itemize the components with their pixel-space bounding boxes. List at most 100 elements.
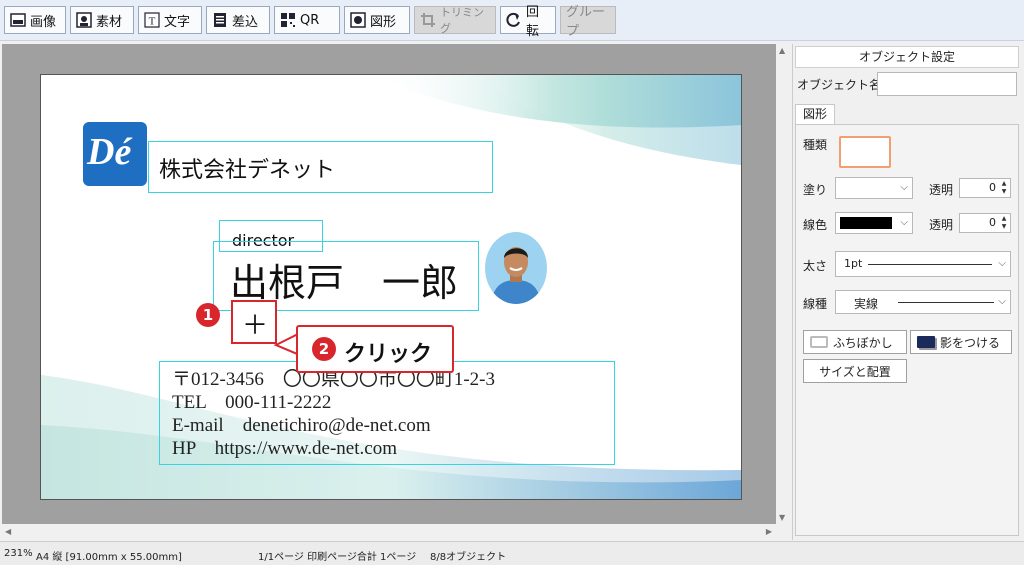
scroll-right-icon[interactable]: ▶: [766, 527, 772, 536]
blur-edge-icon: [810, 336, 828, 348]
rotate-label: 回転: [526, 5, 540, 39]
company-text-box[interactable]: 株式会社デネット: [148, 141, 493, 193]
shape-label: 図形: [370, 14, 397, 30]
chevron-down-icon: ⌵: [998, 296, 1006, 307]
vertical-scrollbar[interactable]: ▲ ▼: [776, 44, 790, 524]
qr-icon: [280, 12, 296, 28]
kind-swatch[interactable]: [839, 136, 891, 168]
line-type-value: 実線: [854, 297, 879, 311]
horizontal-scrollbar[interactable]: ◀ ▶: [2, 524, 790, 540]
line-transparency-spinner[interactable]: 0 ▲ ▼: [959, 213, 1011, 233]
crosshair-cursor-box: ＋: [231, 300, 277, 344]
text-button[interactable]: T 文字: [138, 6, 202, 34]
material-icon: [76, 12, 92, 28]
fill-transparency-label: 透明: [929, 183, 954, 197]
click-label: クリック: [344, 342, 433, 367]
chevron-down-icon: ⌵: [900, 182, 908, 193]
spin-up-icon[interactable]: ▲: [999, 215, 1009, 223]
spin-up-icon[interactable]: ▲: [999, 180, 1009, 188]
line-transparency-value: 0: [989, 216, 996, 229]
image-icon: [10, 12, 26, 28]
shadow-button[interactable]: 影をつける: [910, 330, 1012, 354]
group-label: グループ: [566, 5, 606, 39]
status-bar: 231% A4 縦 [91.00mm x 55.00mm] 1/1ページ 印刷ペ…: [0, 541, 1024, 565]
scroll-down-icon[interactable]: ▼: [779, 513, 785, 522]
crosshair-icon: ＋: [242, 311, 269, 341]
fill-transparency-value: 0: [989, 181, 996, 194]
rotate-icon: [506, 12, 522, 28]
fill-color-dropdown[interactable]: ⌵: [835, 177, 913, 199]
line-color-dropdown[interactable]: ⌵: [835, 212, 913, 234]
panel-title: オブジェクト設定: [795, 46, 1019, 68]
qr-button[interactable]: QR: [274, 6, 340, 34]
blur-edge-button[interactable]: ふちぼかし: [803, 330, 907, 354]
company-name: 株式会社デネット: [159, 158, 336, 183]
logo-text: Dé: [87, 131, 132, 173]
company-logo: Dé: [83, 122, 147, 186]
chevron-down-icon: ⌵: [998, 258, 1006, 269]
paper-size: A4 縦 [91.00mm x 55.00mm]: [36, 552, 182, 563]
thickness-dropdown[interactable]: 1pt ⌵: [835, 251, 1011, 277]
material-button[interactable]: 素材: [70, 6, 134, 34]
tab-shape-label: 図形: [802, 107, 827, 121]
hp-line: HP https://www.de-net.com: [172, 438, 397, 459]
shadow-icon: [917, 336, 935, 348]
fill-label: 塗り: [803, 183, 828, 197]
email-line: E-mail denetichiro@de-net.com: [172, 415, 431, 436]
image-button[interactable]: 画像: [4, 6, 66, 34]
step-1-badge: 1: [196, 303, 220, 327]
line-color-swatch: [840, 217, 892, 229]
spin-down-icon[interactable]: ▼: [999, 188, 1009, 196]
profile-photo[interactable]: [485, 232, 547, 304]
shape-button[interactable]: 図形: [344, 6, 410, 34]
blur-edge-label: ふちぼかし: [833, 335, 893, 350]
spin-down-icon[interactable]: ▼: [999, 223, 1009, 231]
line-color-label: 線色: [803, 218, 828, 232]
image-label: 画像: [30, 14, 57, 30]
line-type-preview: [898, 302, 994, 303]
main-toolbar: 画像 素材 T 文字 差込 QR 図形 トリミング 回転 グループ: [0, 0, 1024, 41]
line-transparency-label: 透明: [929, 218, 954, 232]
text-icon: T: [144, 12, 160, 28]
line-type-label: 線種: [803, 297, 828, 311]
object-name-label: オブジェクト名: [797, 78, 882, 92]
zoom-level: 231%: [4, 548, 33, 559]
shadow-label: 影をつける: [940, 335, 1001, 350]
page-info: 1/1ページ 印刷ページ合計 1ページ: [258, 552, 417, 563]
trim-label: トリミング: [440, 6, 484, 35]
object-name-input[interactable]: [877, 72, 1017, 96]
rotate-button[interactable]: 回転: [500, 5, 556, 39]
material-label: 素材: [96, 14, 123, 30]
chevron-down-icon: ⌵: [900, 217, 908, 228]
scroll-left-icon[interactable]: ◀: [5, 527, 11, 536]
crop-icon: [420, 12, 436, 28]
object-count: 8/8オブジェクト: [430, 552, 507, 563]
trim-button[interactable]: トリミング: [414, 6, 496, 35]
shape-icon: [350, 12, 366, 28]
size-position-button[interactable]: サイズと配置: [803, 359, 907, 383]
tab-shape[interactable]: 図形: [795, 104, 835, 124]
scroll-up-icon[interactable]: ▲: [779, 46, 785, 55]
svg-text:T: T: [149, 16, 156, 28]
thickness-line-preview: [868, 264, 992, 265]
fill-transparency-spinner[interactable]: 0 ▲ ▼: [959, 178, 1011, 198]
thickness-value: 1pt: [844, 257, 863, 270]
person-avatar-icon: [491, 247, 541, 304]
merge-label: 差込: [232, 14, 259, 30]
group-button[interactable]: グループ: [560, 5, 616, 39]
line-type-dropdown[interactable]: 実線 ⌵: [835, 290, 1011, 314]
merge-icon: [212, 12, 228, 28]
tel-line: TEL 000-111-2222: [172, 392, 332, 413]
contact-text-box[interactable]: 〒012-3456 〇〇県〇〇市〇〇町1-2-3 TEL 000-111-222…: [159, 361, 615, 465]
object-settings-panel: オブジェクト設定 オブジェクト名 図形 種類 塗り ⌵ 透明 0 ▲ ▼ 線色 …: [792, 44, 1024, 540]
size-position-label: サイズと配置: [819, 364, 891, 379]
person-name: 出根戸 一郎: [230, 263, 459, 305]
qr-label: QR: [300, 12, 320, 28]
business-card[interactable]: Dé 株式会社デネット director 出根戸 一郎 ＋ 〒012-3456 …: [40, 74, 742, 500]
merge-button[interactable]: 差込: [206, 6, 270, 34]
text-label: 文字: [164, 14, 191, 30]
step-2-badge: 2: [312, 337, 336, 361]
kind-label: 種類: [803, 138, 828, 152]
thickness-label: 太さ: [803, 259, 828, 273]
click-callout: 2 クリック: [296, 325, 454, 373]
